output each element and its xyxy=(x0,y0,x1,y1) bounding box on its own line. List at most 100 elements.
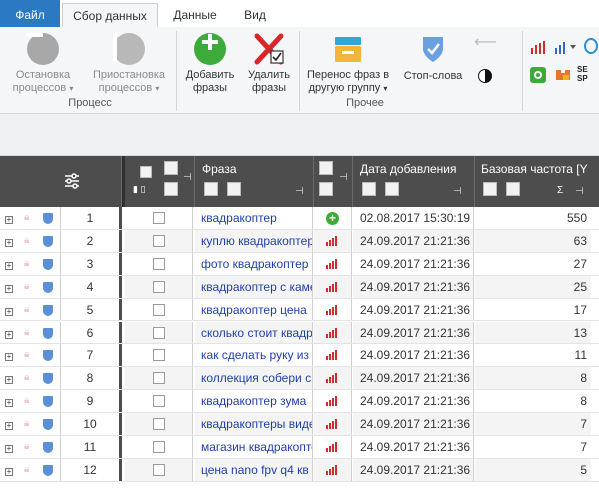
row-checkbox[interactable] xyxy=(152,372,165,385)
shield-icon[interactable] xyxy=(43,299,57,321)
table-row[interactable]: + 🔒︎ 1 квадракоптер +02.08.2017 15:30:19 550 xyxy=(0,207,599,230)
lock-icon[interactable]: 🔒︎ xyxy=(24,230,36,252)
phrase-cell[interactable]: фото квадракоптер xyxy=(195,252,313,275)
stopwords-button[interactable]: Стоп-слова xyxy=(400,33,466,83)
row-checkbox[interactable] xyxy=(152,326,165,339)
move-phrases-button[interactable]: Перенос фраз в другую группу ▾ xyxy=(302,33,394,95)
lock-icon[interactable]: 🔒︎ xyxy=(24,459,36,481)
seasonality-bars-icon[interactable] xyxy=(554,40,578,54)
tab-view[interactable]: Вид xyxy=(232,3,278,28)
phrase-cell[interactable]: квадракоптер зума xyxy=(195,390,313,413)
expand-plus-icon[interactable]: + xyxy=(5,353,13,362)
undo-arrow-icon[interactable]: ⟵ xyxy=(474,34,497,51)
delete-phrases-button[interactable]: Удалить фразы xyxy=(242,33,296,95)
expand-plus-icon[interactable]: + xyxy=(5,467,13,476)
filter-icon[interactable] xyxy=(204,182,218,196)
row-checkbox[interactable] xyxy=(152,395,165,408)
expand-plus-icon[interactable]: + xyxy=(5,261,13,270)
row-checkbox[interactable] xyxy=(152,212,165,224)
expand-toggle[interactable]: + xyxy=(5,390,15,412)
expand-toggle[interactable]: + xyxy=(5,413,15,435)
expand-toggle[interactable]: + xyxy=(5,367,15,389)
shield-icon[interactable] xyxy=(43,253,57,275)
shield-icon[interactable] xyxy=(43,413,57,435)
phrase-cell[interactable]: коллекция собери с xyxy=(195,367,313,390)
shield-icon[interactable] xyxy=(43,322,57,344)
row-checkbox[interactable] xyxy=(152,257,165,270)
table-row[interactable]: + 🔒︎ 3 фото квадракоптер 24.09.2017 21:21:36… xyxy=(0,252,599,276)
table-row[interactable]: + 🔒︎ 9 квадракоптер зума 24.09.2017 21:21:36… xyxy=(0,390,599,414)
shield-icon[interactable] xyxy=(43,390,57,412)
expand-plus-icon[interactable]: + xyxy=(5,376,13,385)
filter-icon[interactable] xyxy=(483,182,497,196)
wordstat-bars-icon[interactable] xyxy=(530,40,548,54)
expand-toggle[interactable]: + xyxy=(5,459,15,481)
expand-plus-icon[interactable]: + xyxy=(5,216,13,224)
expand-plus-icon[interactable]: + xyxy=(5,422,13,431)
phrase-cell[interactable]: магазин квадракоптеров xyxy=(195,436,313,458)
header-freq-cell[interactable]: Базовая частота [Y Σ ⊣ xyxy=(475,156,599,207)
row-checkbox[interactable] xyxy=(152,463,165,476)
lock-icon[interactable]: 🔒︎ xyxy=(24,253,36,275)
stop-processes-button[interactable]: Остановка процессов ▾ xyxy=(4,33,82,95)
shield-icon[interactable] xyxy=(43,459,57,481)
pin-icon[interactable]: ⊣ xyxy=(453,186,462,197)
expand-toggle[interactable]: + xyxy=(5,436,15,458)
pin-icon[interactable]: ⊣ xyxy=(295,186,304,197)
table-row[interactable]: + 🔒︎ 12 цена nano fpv q4 кв 24.09.2017 21:21… xyxy=(0,458,599,482)
header-phrase-cell[interactable]: Фраза ⊣ xyxy=(195,156,314,207)
lock-icon[interactable]: 🔒︎ xyxy=(24,390,36,412)
filter-icon[interactable] xyxy=(319,161,333,175)
pin-icon[interactable]: ⊣ xyxy=(339,172,348,183)
lock-icon[interactable]: 🔒︎ xyxy=(24,413,36,435)
lock-icon[interactable]: 🔒︎ xyxy=(24,436,36,458)
expand-toggle[interactable]: + xyxy=(5,207,15,229)
expand-toggle[interactable]: + xyxy=(5,276,15,298)
table-row[interactable]: + 🔒︎ 11 магазин квадракоптеров 24.09.2017 21… xyxy=(0,436,599,459)
row-checkbox[interactable] xyxy=(152,234,165,247)
shield-icon[interactable] xyxy=(43,436,57,458)
filter-icon[interactable] xyxy=(164,161,178,175)
tab-collect-data[interactable]: Сбор данных xyxy=(62,3,158,29)
table-row[interactable]: + 🔒︎ 6 сколько стоит квадракоптер 24.09.2017… xyxy=(0,321,599,345)
clear-filter-icon[interactable] xyxy=(164,182,178,196)
lock-icon[interactable]: 🔒︎ xyxy=(24,367,36,389)
select-all-checkbox[interactable] xyxy=(140,166,152,178)
row-checkbox[interactable] xyxy=(152,349,165,362)
lock-icon[interactable]: 🔒︎ xyxy=(24,344,36,366)
lock-icon[interactable]: 🔒︎ xyxy=(24,276,36,298)
clear-filter-icon[interactable] xyxy=(227,182,241,196)
phrase-cell[interactable]: куплю квадракоптер xyxy=(195,229,313,252)
phrase-cell[interactable]: как сделать руку из xyxy=(195,344,313,367)
lock-icon[interactable]: 🔒︎ xyxy=(24,207,36,229)
table-row[interactable]: + 🔒︎ 7 как сделать руку из 24.09.2017 21:21:… xyxy=(0,344,599,368)
expand-plus-icon[interactable]: + xyxy=(5,238,13,247)
phrase-cell[interactable]: квадракоптеры видео xyxy=(195,413,313,435)
clear-filter-icon[interactable] xyxy=(506,182,520,196)
shield-icon[interactable] xyxy=(43,276,57,298)
header-date-cell[interactable]: Дата добавления ⊣ xyxy=(353,156,475,207)
contrast-icon[interactable] xyxy=(478,69,492,83)
expand-toggle[interactable]: + xyxy=(5,230,15,252)
table-row[interactable]: + 🔒︎ 10 квадракоптеры видео 24.09.2017 21:21… xyxy=(0,413,599,436)
clear-filter-icon[interactable] xyxy=(385,182,399,196)
table-row[interactable]: + 🔒︎ 2 куплю квадракоптер 24.09.2017 21:21:3… xyxy=(0,229,599,253)
lock-icon[interactable]: 🔒︎ xyxy=(24,299,36,321)
row-checkbox[interactable] xyxy=(152,418,165,431)
table-row[interactable]: + 🔒︎ 8 коллекция собери с 24.09.2017 21:21:3… xyxy=(0,367,599,391)
table-row[interactable]: + 🔒︎ 5 квадракоптер цена 24.09.2017 21:21:36… xyxy=(0,298,599,322)
expand-plus-icon[interactable]: + xyxy=(5,284,13,293)
green-settings-icon[interactable] xyxy=(530,67,546,83)
expand-plus-icon[interactable]: + xyxy=(5,307,13,316)
shield-icon[interactable] xyxy=(43,344,57,366)
tab-data[interactable]: Данные xyxy=(162,3,228,28)
table-row[interactable]: + 🔒︎ 4 квадракоптер с камерой 24.09.2017 21:… xyxy=(0,275,599,299)
shield-icon[interactable] xyxy=(43,367,57,389)
column-settings-icon[interactable] xyxy=(63,172,81,190)
row-checkbox[interactable] xyxy=(152,303,165,316)
phrase-cell[interactable]: квадракоптер xyxy=(195,207,313,229)
row-checkbox[interactable] xyxy=(152,441,165,453)
sort-toggle-icon[interactable]: ▮ ▯ xyxy=(133,184,145,195)
pin-icon[interactable]: ⊣ xyxy=(183,172,192,183)
clear-filter-icon[interactable] xyxy=(319,182,333,196)
